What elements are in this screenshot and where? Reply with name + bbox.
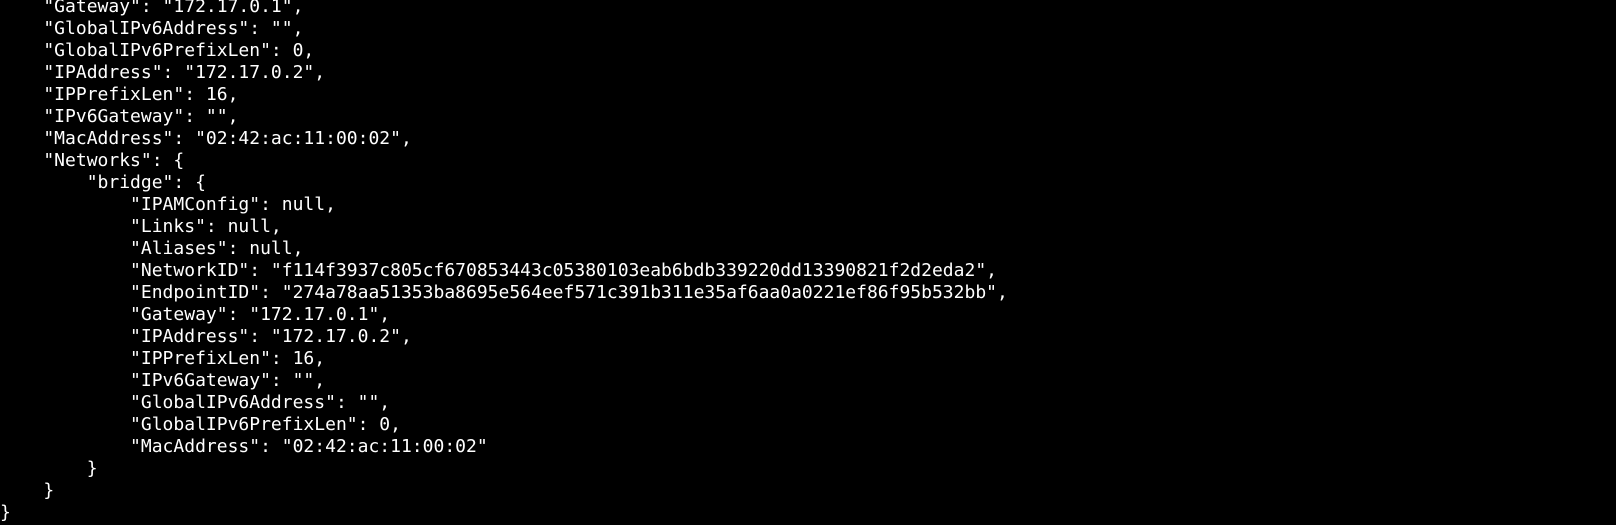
terminal-line: "MacAddress": "02:42:ac:11:00:02" [0,436,488,457]
terminal-line: "bridge": { [0,172,206,193]
terminal-line: } [0,502,11,523]
terminal-line: "Aliases": null, [0,238,304,259]
terminal-line: "GlobalIPv6Address": "", [0,18,304,39]
terminal-line: "IPAddress": "172.17.0.2", [0,62,326,83]
terminal-line: "GlobalIPv6PrefixLen": 0, [0,40,315,61]
terminal-line: "IPAMConfig": null, [0,194,336,215]
terminal-line: "Networks": { [0,150,185,171]
terminal-output: "Gateway": "172.17.0.1", "GlobalIPv6Addr… [0,0,1008,524]
terminal-line: "NetworkID": "f114f3937c805cf670853443c0… [0,260,997,281]
terminal-line: "IPPrefixLen": 16, [0,84,239,105]
terminal-line: "IPv6Gateway": "", [0,370,326,391]
terminal-line: "Links": null, [0,216,282,237]
terminal-line: } [0,458,98,479]
terminal-line: "GlobalIPv6PrefixLen": 0, [0,414,401,435]
terminal-line: "Gateway": "172.17.0.1", [0,304,391,325]
terminal-line: "Gateway": "172.17.0.1", [0,0,304,17]
terminal-line: "IPv6Gateway": "", [0,106,239,127]
terminal-line: "EndpointID": "274a78aa51353ba8695e564ee… [0,282,1008,303]
terminal-line: "GlobalIPv6Address": "", [0,392,391,413]
terminal-line: "MacAddress": "02:42:ac:11:00:02", [0,128,412,149]
terminal-line: "IPPrefixLen": 16, [0,348,326,369]
terminal-window[interactable]: "Gateway": "172.17.0.1", "GlobalIPv6Addr… [0,0,1616,525]
terminal-line: "IPAddress": "172.17.0.2", [0,326,412,347]
terminal-line: } [0,480,55,501]
